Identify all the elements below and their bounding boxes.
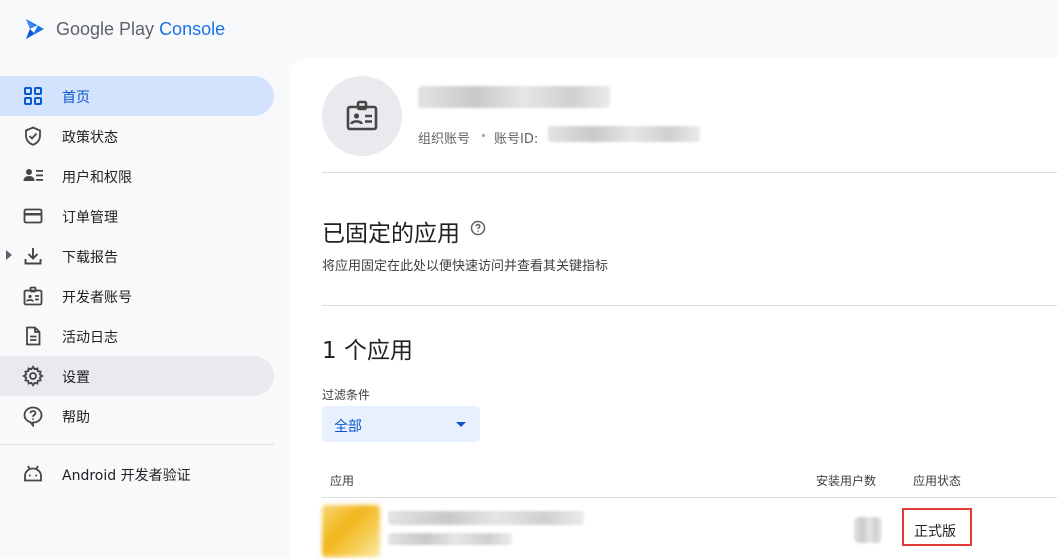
sidebar-item-activity-log[interactable]: 活动日志 [0,316,274,356]
sidebar-item-policy-status[interactable]: 政策状态 [0,116,274,156]
download-icon [22,245,44,267]
help-bubble-icon [22,405,44,427]
sidebar-item-label: 政策状态 [62,130,118,146]
developer-avatar [322,76,402,156]
expand-arrow-icon[interactable] [6,250,12,260]
dashboard-grid-icon [22,85,44,107]
help-circle-icon[interactable] [470,220,486,236]
sidebar-item-label: 下载报告 [62,250,118,266]
top-bar: Google Play Console [0,0,1057,58]
sidebar-item-label: 开发者账号 [62,290,132,306]
logo-text: Google Play Console [56,19,225,40]
main-content: 组织账号 账号ID: 已固定的应用 将应用固定在此处以便快速访问并查看其关键指标… [290,58,1057,559]
apps-count-title: 1 个应用 [322,338,413,364]
table-header-divider [322,497,1057,498]
app-package-redacted [388,533,512,545]
sidebar-item-android-developer-verification[interactable]: Android 开发者验证 [0,454,274,494]
sidebar-item-help[interactable]: 帮助 [0,396,274,436]
android-icon [22,463,44,485]
app-name-redacted [388,511,584,525]
google-play-console-logo[interactable]: Google Play Console [22,14,225,44]
filter-label: 过滤条件 [322,388,371,402]
sidebar-item-label: Android 开发者验证 [62,468,191,484]
separator-dot [482,134,485,137]
filter-dropdown-value: 全部 [334,419,362,435]
logo-console: Console [159,18,226,39]
sidebar-item-label: 用户和权限 [62,170,132,186]
sidebar-item-settings[interactable]: 设置 [0,356,274,396]
column-header-status[interactable]: 应用状态 [913,472,961,489]
gear-icon [22,365,44,387]
sidebar-item-label: 活动日志 [62,330,118,346]
sidebar-item-label: 订单管理 [62,210,118,226]
sidebar-item-label: 设置 [62,370,90,386]
account-type: 组织账号 [418,132,471,147]
credit-card-icon [22,205,44,227]
shield-check-icon [22,125,44,147]
pinned-apps-subtitle: 将应用固定在此处以便快速访问并查看其关键指标 [322,259,609,274]
sidebar-item-developer-account[interactable]: 开发者账号 [0,276,274,316]
section-divider [322,172,1057,173]
section-divider [322,305,1057,306]
sidebar-divider [0,444,274,445]
sidebar-nav: 首页 政策状态 用户和权限 订单管理 下载报告 开发者账号 活动日志 设置 帮助… [0,58,290,559]
sidebar-item-label: 帮助 [62,410,90,426]
id-badge-icon [22,285,44,307]
column-header-app[interactable]: 应用 [330,472,354,489]
status-highlight-box [902,508,972,546]
column-header-installs[interactable]: 安装用户数 [816,472,876,489]
document-icon [22,325,44,347]
pinned-apps-title: 已固定的应用 [322,221,460,247]
app-icon-redacted [322,505,380,557]
play-console-logo-icon [22,16,48,42]
sidebar-item-download-reports[interactable]: 下载报告 [0,236,274,276]
sidebar-item-home[interactable]: 首页 [0,76,274,116]
caret-down-icon [456,422,466,427]
developer-name-redacted [418,86,610,108]
installs-value-redacted [854,517,882,543]
sidebar-item-label: 首页 [62,90,90,106]
account-id-label: 账号ID: [494,132,539,147]
id-badge-icon [342,96,382,136]
logo-google-play: Google Play [56,18,160,39]
manage-users-icon [22,165,44,187]
filter-dropdown[interactable]: 全部 [322,406,480,442]
sidebar-item-users-permissions[interactable]: 用户和权限 [0,156,274,196]
sidebar-item-order-management[interactable]: 订单管理 [0,196,274,236]
account-id-redacted [548,126,700,142]
